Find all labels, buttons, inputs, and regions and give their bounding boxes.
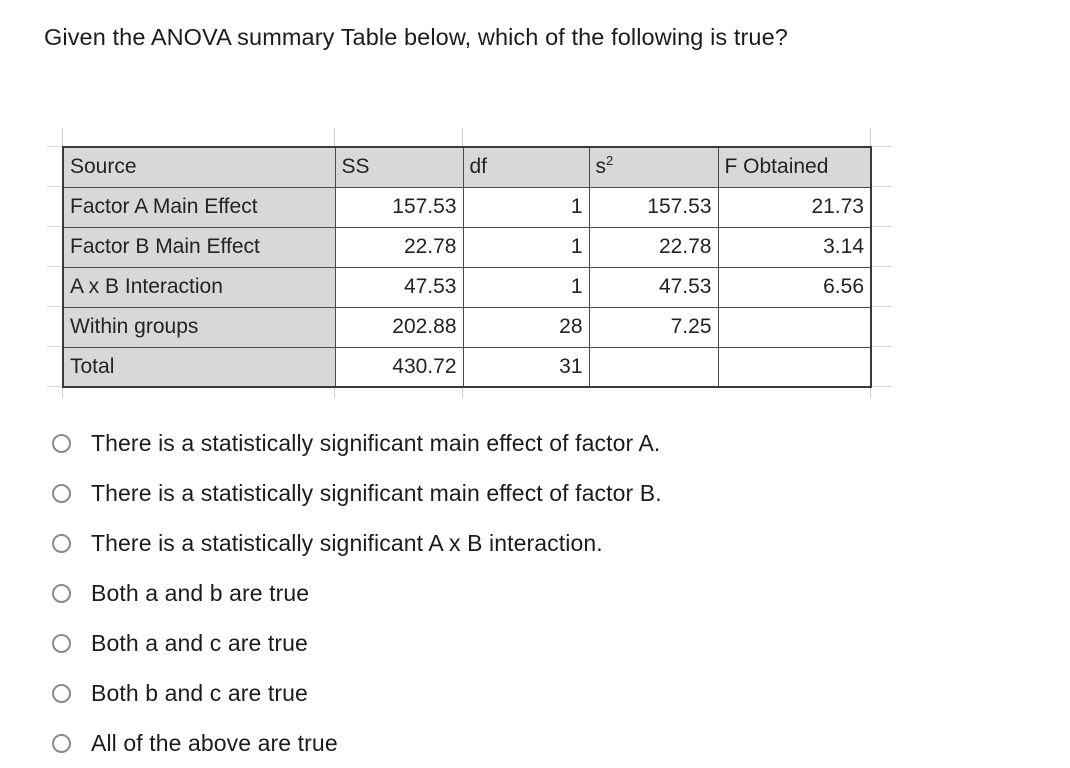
cell-source: Factor A Main Effect: [62, 186, 336, 228]
table-row: A x B Interaction 47.53 1 47.53 6.56: [62, 266, 872, 308]
cell-ss: 202.88: [334, 306, 464, 348]
table-row: Factor B Main Effect 22.78 1 22.78 3.14: [62, 226, 872, 268]
gridline-stub: [47, 266, 63, 267]
cell-ss: 47.53: [334, 266, 464, 308]
gridline-stub: [871, 266, 892, 267]
column-header-ss: SS: [334, 146, 464, 188]
option-label: There is a statistically significant A x…: [91, 529, 603, 556]
gridline-stub: [47, 346, 63, 347]
gridline-stub: [47, 146, 63, 147]
option-row-c[interactable]: There is a statistically significant A x…: [52, 518, 1012, 568]
table-row: Within groups 202.88 28 7.25: [62, 306, 872, 348]
radio-button-icon[interactable]: [52, 683, 71, 703]
radio-button-icon[interactable]: [52, 633, 71, 653]
table-row: Factor A Main Effect 157.53 1 157.53 21.…: [62, 186, 872, 228]
gridline-stub: [871, 306, 892, 307]
cell-ss: 22.78: [334, 226, 464, 268]
gridline-stub: [871, 146, 892, 147]
cell-f-obtained: 3.14: [717, 226, 872, 268]
radio-button-icon[interactable]: [52, 733, 71, 753]
cell-df: 1: [462, 266, 590, 308]
cell-s-squared: 22.78: [588, 226, 719, 268]
radio-button-icon[interactable]: [52, 533, 71, 553]
radio-button-icon[interactable]: [52, 483, 71, 503]
table-header-row: Source SS df s2 F Obtained: [62, 146, 872, 188]
gridline-stub: [462, 128, 463, 146]
radio-button-icon[interactable]: [52, 433, 71, 453]
option-label: There is a statistically significant mai…: [91, 429, 661, 456]
cell-s-squared: [588, 346, 719, 388]
cell-f-obtained: [717, 306, 872, 348]
cell-df: 1: [462, 226, 590, 268]
option-row-e[interactable]: Both a and c are true: [52, 618, 1012, 668]
cell-ss: 157.53: [334, 186, 464, 228]
cell-s-squared: 47.53: [588, 266, 719, 308]
gridline-stub: [871, 226, 892, 227]
option-label: Both b and c are true: [91, 679, 308, 706]
cell-f-obtained: 6.56: [717, 266, 872, 308]
gridline-stub: [47, 306, 63, 307]
gridline-stub: [871, 186, 892, 187]
cell-df: 31: [462, 346, 590, 388]
cell-source: Within groups: [62, 306, 336, 348]
anova-summary-table: Source SS df s2 F Obtained Factor A Main…: [62, 146, 872, 388]
cell-df: 1: [462, 186, 590, 228]
cell-source: Factor B Main Effect: [62, 226, 336, 268]
column-header-df: df: [462, 146, 590, 188]
gridline-stub: [47, 386, 63, 387]
gridline-stub: [47, 226, 63, 227]
table-row: Total 430.72 31: [62, 346, 872, 388]
column-header-s-squared-base: s: [595, 155, 607, 179]
column-header-s-squared: s2: [588, 146, 719, 188]
radio-button-icon[interactable]: [52, 583, 71, 603]
cell-s-squared: 7.25: [588, 306, 719, 348]
gridline-stub: [334, 128, 335, 146]
gridline-stub: [47, 186, 63, 187]
anova-table-block: Source SS df s2 F Obtained Factor A Main…: [47, 128, 892, 398]
cell-f-obtained: [717, 346, 872, 388]
option-label: Both a and c are true: [91, 629, 308, 656]
cell-s-squared: 157.53: [588, 186, 719, 228]
gridline-stub: [871, 386, 892, 387]
option-row-g[interactable]: All of the above are true: [52, 718, 1012, 768]
option-label: Both a and b are true: [91, 579, 310, 606]
column-header-s-squared-exponent: 2: [606, 153, 614, 169]
question-prompt: Given the ANOVA summary Table below, whi…: [44, 24, 788, 50]
option-label: There is a statistically significant mai…: [91, 479, 662, 506]
cell-df: 28: [462, 306, 590, 348]
cell-f-obtained: 21.73: [717, 186, 872, 228]
option-row-d[interactable]: Both a and b are true: [52, 568, 1012, 618]
option-row-b[interactable]: There is a statistically significant mai…: [52, 468, 1012, 518]
column-header-f-obtained: F Obtained: [717, 146, 872, 188]
column-header-source: Source: [62, 146, 336, 188]
answer-options-list: There is a statistically significant mai…: [52, 418, 1012, 768]
option-row-f[interactable]: Both b and c are true: [52, 668, 1012, 718]
cell-ss: 430.72: [334, 346, 464, 388]
gridline-stub: [870, 128, 871, 146]
gridline-stub: [62, 128, 63, 146]
option-label: All of the above are true: [91, 729, 338, 756]
gridline-stub: [871, 346, 892, 347]
cell-source: Total: [62, 346, 336, 388]
option-row-a[interactable]: There is a statistically significant mai…: [52, 418, 1012, 468]
cell-source: A x B Interaction: [62, 266, 336, 308]
